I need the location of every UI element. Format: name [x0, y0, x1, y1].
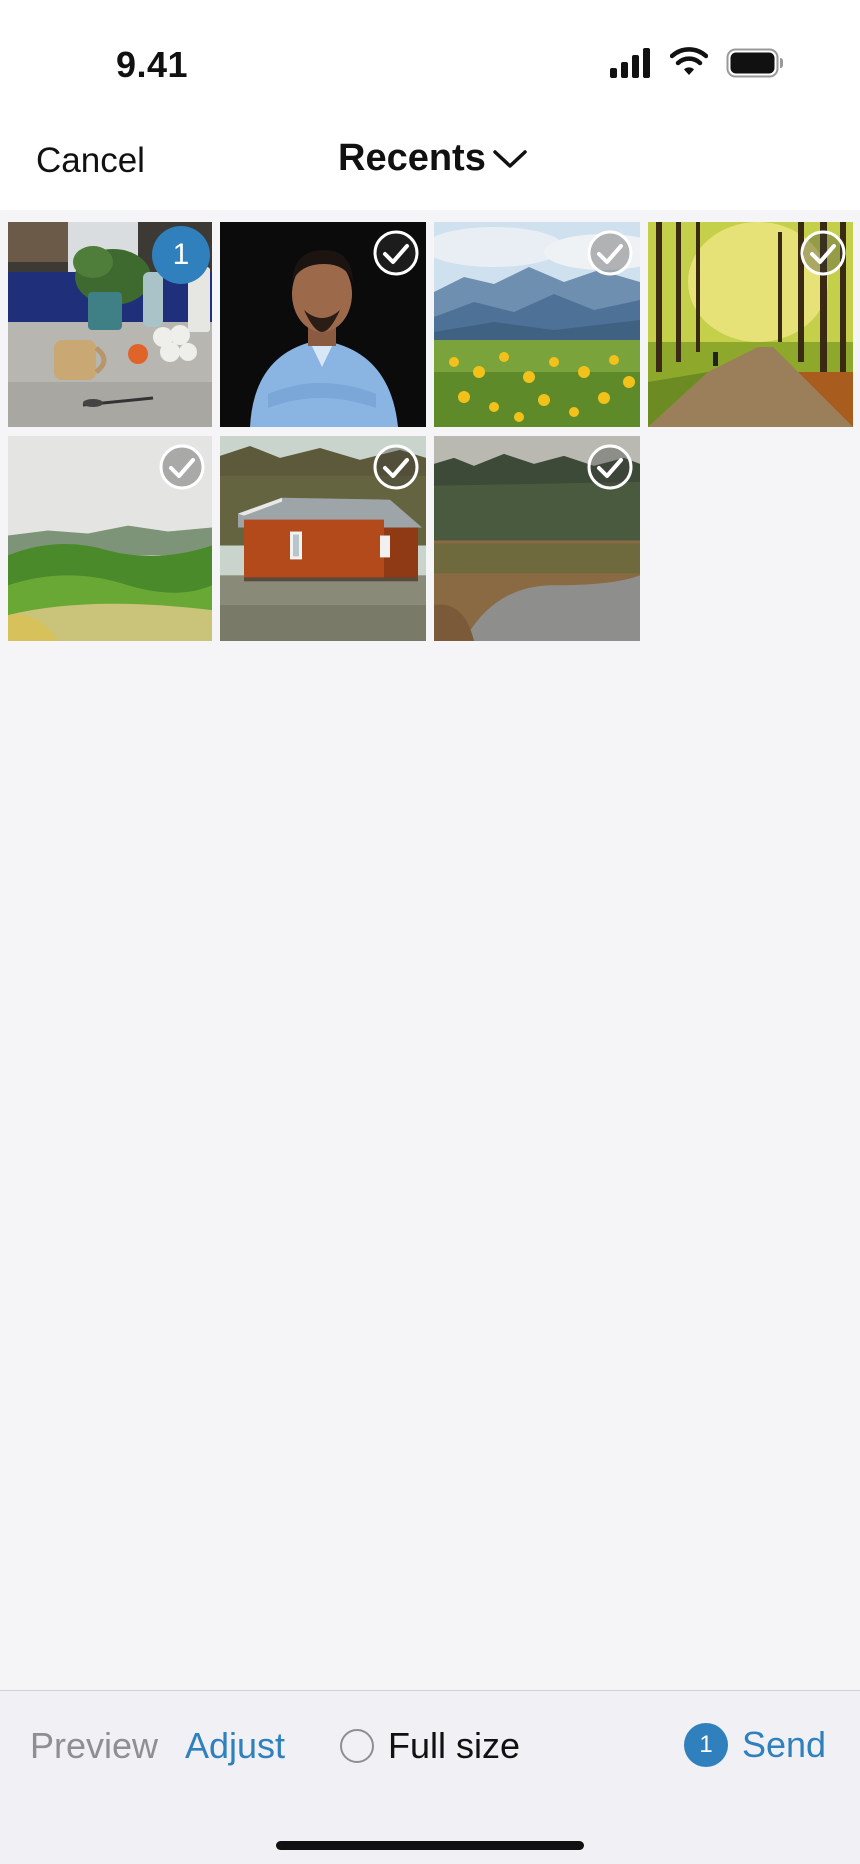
status-bar: 9.41	[0, 0, 860, 115]
album-picker[interactable]: Recents	[338, 137, 528, 180]
photo-thumbnail-portrait[interactable]	[220, 222, 426, 427]
status-time: 9.41	[116, 44, 189, 85]
full-size-toggle[interactable]: Full size	[340, 1725, 520, 1767]
wifi-icon	[670, 47, 708, 75]
checkmark-circle-icon[interactable]	[799, 229, 847, 277]
send-count-badge: 1	[684, 1723, 728, 1767]
full-size-label: Full size	[388, 1725, 521, 1766]
checkmark-circle-icon[interactable]	[372, 229, 420, 277]
nav-bar: Cancel Recents	[0, 115, 860, 210]
signal-icon	[610, 48, 650, 78]
send-label: Send	[742, 1724, 827, 1765]
checkmark-circle-icon[interactable]	[586, 229, 634, 277]
photo-thumbnail-forest-path[interactable]	[648, 222, 853, 427]
photo-thumbnail-green-hills[interactable]	[8, 436, 212, 641]
checkmark-circle-icon[interactable]	[372, 443, 420, 491]
home-indicator	[276, 1841, 584, 1850]
photo-grid: 1	[8, 222, 853, 641]
album-title: Recents	[338, 137, 486, 179]
checkmark-circle-icon[interactable]	[158, 443, 206, 491]
preview-button[interactable]: Preview	[30, 1725, 158, 1767]
photo-thumbnail-mountains[interactable]	[434, 222, 640, 427]
checkmark-circle-icon[interactable]	[586, 443, 634, 491]
bottom-toolbar: Preview Adjust Full size 1 Send	[0, 1690, 860, 1864]
photo-thumbnail-kitchen[interactable]: 1	[8, 222, 212, 427]
selection-number-badge: 1	[152, 226, 210, 284]
radio-circle-icon	[340, 1729, 374, 1763]
send-button[interactable]: 1 Send	[684, 1723, 826, 1767]
battery-icon	[726, 48, 783, 78]
adjust-button[interactable]: Adjust	[185, 1725, 285, 1767]
cancel-button[interactable]: Cancel	[36, 141, 145, 181]
chevron-down-icon	[493, 149, 527, 168]
photo-thumbnail-forest-lake[interactable]	[434, 436, 640, 641]
photo-thumbnail-red-cabin[interactable]	[220, 436, 426, 641]
